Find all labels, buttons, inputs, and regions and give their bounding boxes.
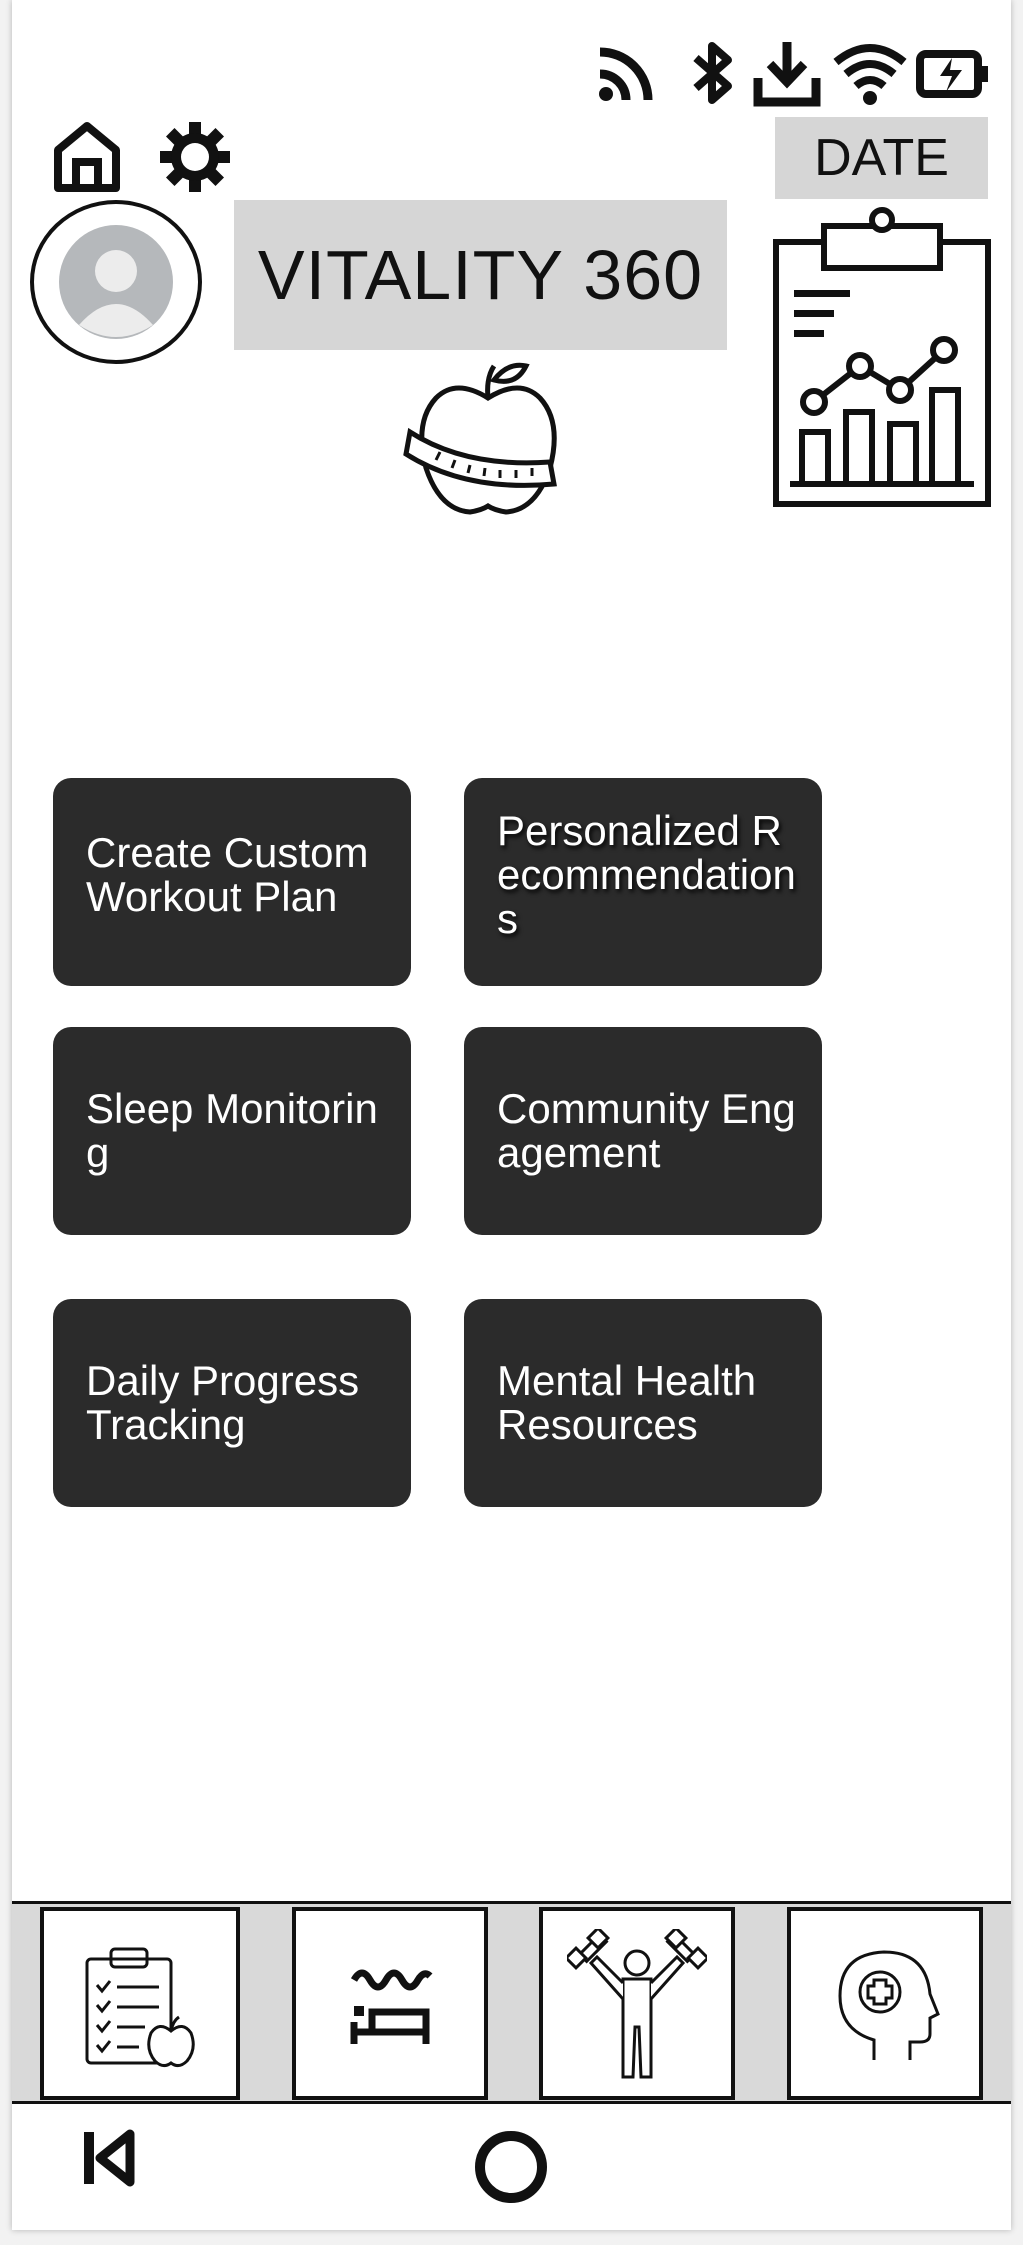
tile-label: Sleep Monitoring [86,1085,378,1176]
community-engagement-button[interactable]: Community Engagement [464,1027,822,1235]
apple-measuring-tape-icon [403,362,557,515]
bluetooth-icon [693,42,732,104]
tile-label: Create Custom Workout Plan [86,829,369,920]
gear-icon[interactable] [158,120,232,194]
app-screen: VITALITY 360 DATE Create Custom Workout … [12,0,1011,2230]
home-icon[interactable] [52,120,122,192]
cast-icon [599,47,653,101]
back-icon[interactable] [78,2128,138,2188]
wifi-icon [833,44,907,105]
download-icon [753,42,821,107]
home-circle-icon[interactable] [474,2130,548,2204]
personalized-recommendations-button[interactable]: Personalized Recommendations [464,778,822,986]
tab-checklist[interactable] [40,1907,240,2100]
tile-label: Personalized Recommendations [497,807,796,942]
tab-sleep[interactable] [292,1907,488,2100]
create-workout-plan-button[interactable]: Create Custom Workout Plan [53,778,411,986]
date-label: DATE [775,117,988,199]
checklist-apple-icon [85,1947,195,2067]
mental-health-head-icon [838,1949,940,2060]
tab-fitness[interactable] [539,1907,735,2100]
battery-charging-icon [916,50,988,98]
navigation-bar [12,2104,1011,2230]
tile-label: Mental Health Resources [497,1357,757,1448]
tile-label: Daily Progress Tracking [86,1357,360,1448]
clipboard-chart-icon[interactable] [772,206,992,508]
sleep-monitoring-button[interactable]: Sleep Monitoring [53,1027,411,1235]
app-title: VITALITY 360 [234,200,727,350]
daily-progress-tracking-button[interactable]: Daily Progress Tracking [53,1299,411,1507]
tile-label: Community Engagement [497,1085,796,1176]
tab-bar [12,1901,1011,2104]
mental-health-resources-button[interactable]: Mental Health Resources [464,1299,822,1507]
avatar[interactable] [30,200,202,364]
tab-mental-health[interactable] [787,1907,983,2100]
sleep-bed-icon [350,1969,433,2044]
user-icon [59,225,173,339]
fitness-dumbbell-icon [567,1928,707,2078]
